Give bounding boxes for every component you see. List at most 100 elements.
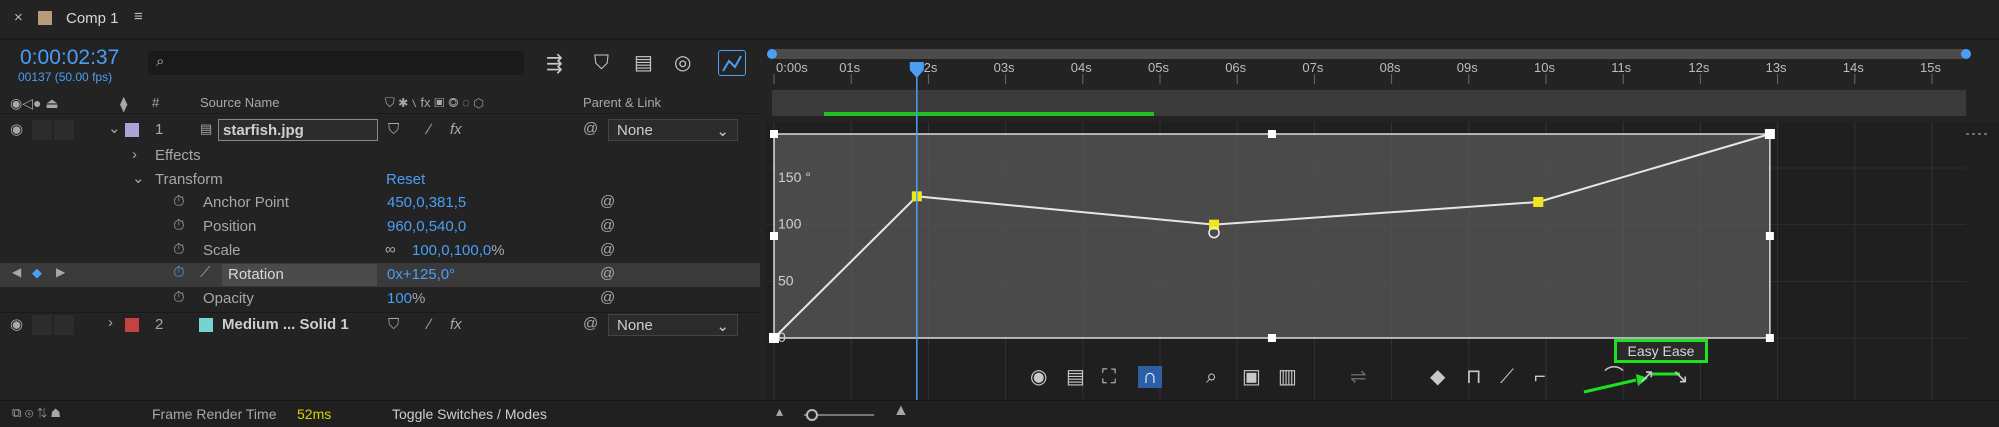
transform-box[interactable] [773,133,1771,339]
transform-box-handle[interactable] [1267,130,1276,138]
transform-box-handle[interactable] [1267,334,1276,342]
footer-icons[interactable]: ⧉ ⊚ ⇅ ☗ [12,405,60,421]
pickwhip-icon[interactable]: @ [600,241,615,258]
opacity-value-wrap[interactable]: 100% [387,290,425,307]
transform-group[interactable]: Transform [155,171,223,188]
keyframe-marker[interactable] [1533,197,1544,207]
av-features-icon[interactable]: ◉◁● ⏏ [10,95,59,112]
layer-label-color[interactable] [125,123,139,137]
transform-box-handle[interactable] [1765,334,1774,342]
stopwatch-icon[interactable]: ⏱ [173,241,185,258]
layer-row-2[interactable]: ◉ › 2 Medium ... Solid 1 ⛉ ∕ fx @ None ⌄ [0,312,760,336]
snapping-icon[interactable]: ∩ [1138,366,1162,388]
work-area-end-handle[interactable] [1961,49,1971,59]
motion-blur-icon[interactable]: ◎ [674,52,691,74]
transform-box-handle[interactable] [1765,232,1774,240]
position-value[interactable]: 960,0,540,0 [387,218,466,235]
layer-row-1[interactable]: ◉ ⌄ 1 ▤ starfish.jpg ⛉ ∕ fx @ None ⌄ [0,118,760,142]
layer-number: 1 [155,121,164,138]
parent-dropdown-2[interactable]: None ⌄ [608,314,738,336]
close-tab-icon[interactable]: × [14,9,23,26]
transform-box-handle[interactable] [770,232,778,240]
solo-switch[interactable] [32,315,52,335]
next-keyframe-icon[interactable]: ▶ [56,265,65,279]
zoom-slider-handle[interactable] [806,409,818,421]
separate-dimensions-icon[interactable]: ⇌ [1350,366,1367,388]
pickwhip-icon[interactable]: @ [600,265,615,282]
stopwatch-active-icon[interactable]: ⏱ [173,264,185,281]
fit-all-icon[interactable]: ▥ [1278,366,1297,388]
eye-show-properties-icon[interactable]: ◉ [1030,366,1047,388]
lock-switch[interactable] [54,120,74,140]
anchor-point-value[interactable]: 450,0,381,5 [387,194,466,211]
layer-name-field[interactable]: starfish.jpg [218,119,378,141]
graph-editor-canvas[interactable]: 0:00s 01s 02s 03s 04s 05s 06s 07s 08s 09s 10s 11s 12… [766,40,1999,400]
rotation-value[interactable]: 0x+125,0° [387,266,455,283]
shy-switch-icon[interactable]: ⛉ [388,316,399,333]
eye-visibility-icon[interactable]: ◉ [10,315,23,333]
toggle-switches-modes[interactable]: Toggle Switches / Modes [392,406,547,422]
lock-switch[interactable] [54,315,74,335]
hold-keyframe-icon[interactable]: ⊓ [1466,366,1482,388]
stopwatch-icon[interactable]: ⏱ [173,193,185,210]
label-tag-icon[interactable]: ⧫ [120,95,127,113]
comp-tab-title[interactable]: Comp 1 [66,10,119,27]
pickwhip-icon[interactable]: @ [583,315,598,332]
edit-keyframe-icon[interactable]: ◆ [1430,366,1445,388]
add-keyframe-icon[interactable]: ◆ [32,265,42,281]
search-input[interactable]: ⌕ [148,51,524,75]
current-timecode[interactable]: 0:00:02:37 [20,46,119,70]
layer-name[interactable]: Medium ... Solid 1 [222,316,349,333]
pickwhip-icon[interactable]: @ [600,193,615,210]
work-area-start-handle[interactable] [767,49,777,59]
auto-zoom-icon[interactable]: ⌕ [1206,366,1217,388]
zoom-out-mountain-icon[interactable]: ▴ [776,403,783,420]
pickwhip-icon[interactable]: @ [600,217,615,234]
quality-switch-icon[interactable]: ∕ [428,121,431,138]
effects-group[interactable]: Effects [155,147,201,164]
linear-keyframe-icon[interactable]: ⟋ [1500,366,1514,388]
transform-box-icon[interactable]: ⛶ [1102,366,1116,388]
chevron-down-icon[interactable]: ⌄ [132,169,145,187]
graph-toggle-icon[interactable]: ⟋ [200,264,211,281]
graph-editor-toggle-icon[interactable] [718,50,746,76]
easy-ease-icon[interactable]: ⌒ [1604,366,1624,388]
chevron-right-icon[interactable]: › [132,146,137,163]
scale-value-wrap[interactable]: 100,0,100,0% [412,242,505,259]
shy-switch-icon[interactable]: ⛉ [388,121,399,138]
keyframe-marker[interactable] [1764,129,1775,139]
work-area-bar[interactable] [772,49,1966,59]
eye-visibility-icon[interactable]: ◉ [10,120,23,138]
graph-type-icon[interactable]: ▤ [1066,366,1085,388]
solo-switch[interactable] [32,120,52,140]
auto-bezier-icon[interactable]: ⌐ [1534,366,1546,388]
layer-label-color[interactable] [125,318,139,332]
tab-menu-icon[interactable]: ≡ [134,8,143,25]
parent-dropdown-1[interactable]: None ⌄ [608,119,738,141]
chevron-right-icon[interactable]: › [108,314,113,331]
chevron-down-icon: ⌄ [716,123,729,140]
easy-ease-out-icon[interactable]: ↘ [1672,366,1689,388]
zoom-in-mountain-icon[interactable]: ▲ [893,402,909,420]
transform-reset-link[interactable]: Reset [386,171,425,188]
fit-selection-icon[interactable]: ▣ [1242,366,1261,388]
transform-box-handle[interactable] [770,130,778,138]
fx-switch-icon[interactable]: fx [450,316,462,333]
pickwhip-icon[interactable]: @ [583,120,598,137]
easy-ease-in-icon[interactable]: ↗ [1638,366,1655,388]
stopwatch-icon[interactable]: ⏱ [173,217,185,234]
prev-keyframe-icon[interactable]: ◀ [12,265,21,279]
pickwhip-icon[interactable]: @ [600,289,615,306]
quality-switch-icon[interactable]: ∕ [428,316,431,333]
shy-layers-icon[interactable]: ⛉ [594,52,609,74]
frame-blending-icon[interactable]: ▤ [634,52,653,74]
rotation-row[interactable]: ◀ ◆ ▶ ⏱ ⟋ Rotation 0x+125,0° @ [0,263,760,287]
constrain-link-icon[interactable]: ∞ [385,241,396,258]
comp-mini-flowchart-icon[interactable]: ⇶ [546,53,563,75]
keyframe-marker[interactable] [769,333,779,343]
chevron-down-icon[interactable]: ⌄ [108,119,121,137]
fx-switch-icon[interactable]: fx [450,121,462,138]
col-parent-link[interactable]: Parent & Link [583,95,661,110]
stopwatch-icon[interactable]: ⏱ [173,289,185,306]
col-source-name[interactable]: Source Name [200,95,279,110]
